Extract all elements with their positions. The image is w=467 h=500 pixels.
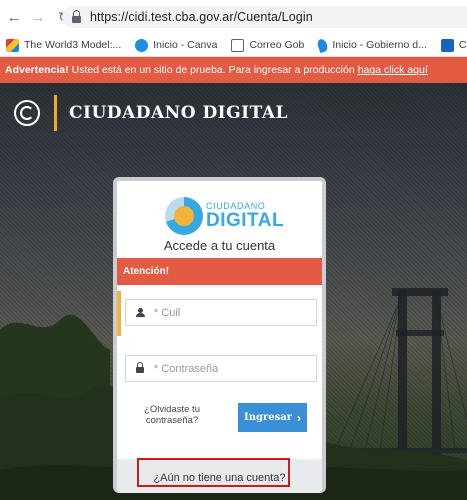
bookmark-correo[interactable]: Correo Gob: [231, 38, 305, 52]
bookmark-label: Inicio - Canva: [153, 39, 218, 51]
card-logo: CIUDADANO DIGITAL: [165, 197, 284, 235]
chevron-right-icon: ›: [296, 410, 301, 425]
forgot-line-1[interactable]: ¿Olvidaste tu: [117, 404, 227, 415]
mail-icon: [231, 38, 245, 52]
no-account-section: ¿Aún no tiene una cuenta?: [117, 459, 322, 493]
browser-toolbar: ← → ↻ https://cidi.test.cba.gov.ar/Cuent…: [0, 0, 467, 34]
site-brand: CIUDADANO DIGITAL: [14, 95, 288, 131]
address-bar[interactable]: https://cidi.test.cba.gov.ar/Cuenta/Logi…: [62, 6, 467, 28]
convierte-icon: [440, 38, 454, 52]
cuil-input[interactable]: [154, 306, 304, 319]
password-field[interactable]: [125, 355, 317, 382]
production-link[interactable]: haga click aquí: [358, 64, 428, 76]
site-title: CIUDADANO DIGITAL: [69, 103, 288, 123]
bookmarks-bar: The World3 Model:... Inicio - Canva Corr…: [0, 34, 467, 57]
test-site-warning-banner: Advertencia! Usted está en un sitio de p…: [0, 57, 467, 83]
bookmark-world3[interactable]: The World3 Model:...: [6, 38, 122, 52]
bookmark-label: Correo Gob: [249, 39, 305, 51]
create-account-link[interactable]: ¿Aún no tiene una cuenta?: [153, 472, 285, 484]
cuil-field[interactable]: [125, 299, 317, 326]
warning-text: Usted está en un sitio de prueba. Para i…: [71, 64, 355, 76]
cuil-field-group: [117, 291, 322, 336]
world3-icon: [6, 38, 19, 52]
bookmark-canva[interactable]: Inicio - Canva: [135, 38, 218, 52]
warning-strong: Advertencia!: [5, 64, 69, 76]
canva-icon: [135, 38, 149, 52]
submit-label: Ingresar: [244, 412, 292, 423]
bookmark-convierte[interactable]: Conviérte: [440, 38, 467, 52]
forgot-password-link[interactable]: ¿Olvidaste tu contraseña?: [117, 404, 227, 426]
login-submit-button[interactable]: Ingresar ›: [238, 403, 307, 432]
login-card: CIUDADANO DIGITAL Accede a tu cuenta Ate…: [113, 177, 326, 493]
brand-separator: [54, 95, 57, 131]
bookmark-label: The World3 Model:...: [24, 39, 122, 51]
logo-main-text: DIGITAL: [206, 210, 285, 231]
bookmark-gobierno[interactable]: Inicio - Gobierno d...: [316, 37, 427, 53]
forgot-line-2[interactable]: contraseña?: [117, 415, 227, 426]
back-arrow-icon[interactable]: ←: [4, 7, 24, 27]
url-text[interactable]: https://cidi.test.cba.gov.ar/Cuenta/Logi…: [90, 10, 313, 24]
forward-arrow-icon[interactable]: →: [28, 7, 48, 27]
ciudadano-digital-logo-icon: [14, 100, 40, 126]
login-subtitle: Accede a tu cuenta: [163, 238, 276, 253]
attention-title: Atención!: [123, 266, 170, 277]
bookmark-label: Inicio - Gobierno d...: [332, 39, 427, 51]
password-input[interactable]: [154, 362, 304, 375]
user-icon: [136, 308, 145, 317]
lock-icon[interactable]: [72, 9, 81, 23]
password-field-group: [117, 347, 322, 392]
ciudadano-digital-emblem-icon: [165, 197, 203, 235]
gobierno-icon: [316, 37, 330, 53]
lock-icon: [136, 362, 144, 373]
bookmark-label: Conviérte: [458, 39, 467, 51]
attention-alert: Atención!: [117, 258, 322, 285]
